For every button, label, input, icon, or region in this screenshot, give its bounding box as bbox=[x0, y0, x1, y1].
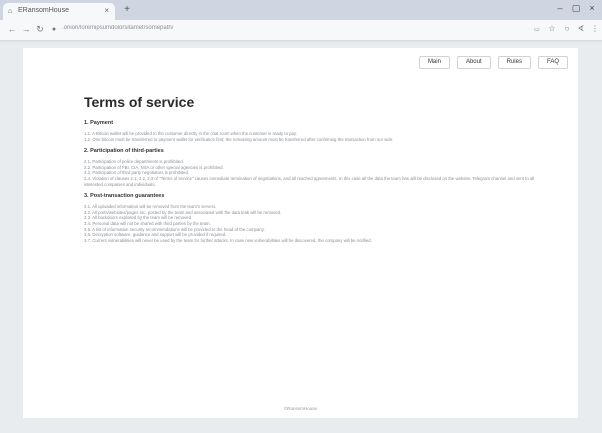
tab-close-icon[interactable]: × bbox=[104, 6, 109, 15]
reader-mode-icon[interactable]: ▭ bbox=[530, 26, 544, 33]
section-heading-third-parties: 2. Participation of third-parties bbox=[84, 148, 164, 155]
tab-title: ERansomHouse bbox=[18, 7, 69, 14]
browser-toolbar: ← → ↻ ● .onion/loremipsumdolorsitamet/so… bbox=[0, 20, 602, 41]
terms-item: 3.7. Current vulnerabilities will never … bbox=[84, 237, 372, 243]
browser-titlebar: ⌂ ERansomHouse × + – ▢ × bbox=[0, 0, 602, 20]
minimize-icon[interactable]: – bbox=[552, 3, 568, 13]
back-icon[interactable]: ← bbox=[6, 24, 18, 34]
maximize-icon[interactable]: ▢ bbox=[568, 3, 584, 14]
section-heading-guarantees: 3. Post-transaction guarantees bbox=[84, 193, 165, 200]
url-text: .onion/loremipsumdolorsitamet/somepath/ bbox=[62, 25, 174, 31]
terms-item: 2.4. Violation of clauses 2.1, 2.2, 2.3 … bbox=[84, 175, 535, 187]
terms-content: Terms of service 1. Payment 1.1. A Bitco… bbox=[84, 94, 554, 243]
close-window-icon[interactable]: × bbox=[584, 3, 600, 13]
nav-rules[interactable]: Rules bbox=[497, 56, 531, 69]
new-tab-icon[interactable]: + bbox=[120, 4, 134, 16]
browser-tab[interactable]: ⌂ ERansomHouse × bbox=[3, 3, 115, 20]
nav-main[interactable]: Main bbox=[418, 56, 450, 69]
tab-favicon-icon: ⌂ bbox=[8, 8, 13, 15]
nav-about[interactable]: About bbox=[456, 56, 491, 69]
reload-icon[interactable]: ↻ bbox=[34, 24, 46, 35]
address-bar[interactable]: .onion/loremipsumdolorsitamet/somepath/ bbox=[62, 25, 502, 36]
extensions-icon[interactable]: ○ bbox=[561, 24, 573, 33]
profile-icon[interactable]: ∢ bbox=[575, 24, 587, 33]
section-heading-payment: 1. Payment bbox=[84, 120, 114, 126]
top-nav: Main About Rules FAQ bbox=[418, 56, 568, 69]
forward-icon[interactable]: → bbox=[20, 24, 32, 34]
favorite-star-icon[interactable]: ☆ bbox=[546, 24, 558, 33]
nav-faq[interactable]: FAQ bbox=[537, 56, 568, 69]
page-viewport: Main About Rules FAQ Terms of service 1.… bbox=[0, 42, 602, 433]
page-footer: ©RansomHouse bbox=[283, 406, 318, 411]
page-body: Main About Rules FAQ Terms of service 1.… bbox=[23, 48, 578, 418]
page-title: Terms of service bbox=[84, 94, 195, 110]
terms-item: 1.2. One bitcoin must be transferred to … bbox=[84, 136, 394, 142]
more-menu-icon[interactable]: ⋮ bbox=[589, 24, 601, 33]
site-info-icon[interactable]: ● bbox=[48, 26, 60, 33]
